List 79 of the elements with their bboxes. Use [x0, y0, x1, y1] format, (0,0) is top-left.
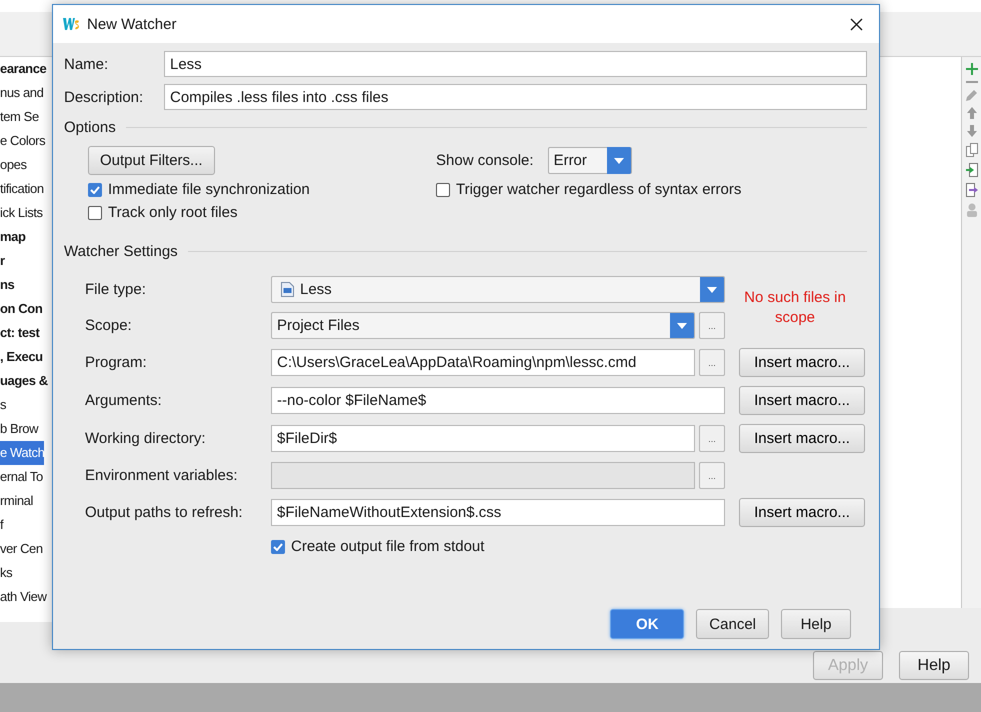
browse-button[interactable]: ... — [699, 425, 725, 452]
caret-down-icon — [614, 158, 624, 164]
insert-macro-button[interactable]: Insert macro... — [739, 498, 865, 527]
checkbox[interactable] — [436, 182, 450, 196]
sidebar-item[interactable]: earance — [0, 57, 46, 81]
insert-macro-button[interactable]: Insert macro... — [739, 386, 865, 415]
checkbox-label: Trigger watcher regardless of syntax errors — [456, 181, 742, 198]
field-label: Scope: — [85, 317, 133, 334]
arrow-up-icon[interactable] — [966, 107, 976, 119]
browse-button[interactable]: ... — [699, 349, 725, 376]
sidebar-item[interactable]: f — [0, 513, 4, 537]
text-field[interactable]: $FileDir$ — [271, 425, 695, 452]
sidebar-item[interactable]: map — [0, 225, 26, 249]
sidebar-item[interactable]: tification — [0, 177, 44, 201]
sidebar-item[interactable]: ks — [0, 561, 12, 585]
help-button[interactable]: Help — [781, 609, 851, 639]
close-icon[interactable] — [850, 18, 863, 30]
dropdown[interactable]: Project Files — [271, 312, 695, 339]
warning-message: No such files in scope — [743, 288, 847, 328]
export-icon[interactable] — [966, 183, 978, 197]
console-select[interactable]: Error — [548, 147, 632, 174]
checkbox-label: Create output file from stdout — [291, 538, 484, 555]
sidebar-item[interactable]: opes — [0, 153, 27, 177]
checkbox-label: Immediate file synchronization — [108, 181, 310, 198]
pencil-icon[interactable] — [966, 89, 978, 101]
section-title: Watcher Settings — [64, 243, 178, 260]
browse-button[interactable]: ... — [699, 312, 725, 339]
checkbox-label: Track only root files — [108, 204, 238, 221]
text-field[interactable]: --no-color $FileName$ — [271, 387, 725, 414]
insert-macro-button[interactable]: Insert macro... — [739, 348, 865, 377]
help-button[interactable]: Help — [899, 651, 969, 680]
sidebar-item[interactable]: ver Cen — [0, 537, 43, 561]
field-label: Name: — [64, 56, 110, 72]
sidebar-item[interactable]: s — [0, 393, 6, 417]
field-label: File type: — [85, 281, 147, 298]
text-field[interactable]: C:\Users\GraceLea\AppData\Roaming\npm\lessc.cmd — [271, 349, 695, 376]
sidebar-item[interactable]: r — [0, 249, 5, 273]
dialog-title: New Watcher — [87, 16, 178, 32]
sidebar-item[interactable]: ns — [0, 273, 14, 297]
import-icon[interactable] — [966, 163, 978, 177]
sidebar-item[interactable]: rminal — [0, 489, 33, 513]
plus-icon[interactable] — [966, 63, 978, 75]
sidebar-item[interactable]: ath View — [0, 585, 46, 609]
sidebar-item[interactable]: ernal To — [0, 465, 43, 489]
field-label: Output paths to refresh: — [85, 504, 244, 521]
sidebar-item[interactable]: e Colors — [0, 129, 46, 153]
sidebar-item[interactable]: ick Lists — [0, 201, 43, 225]
minus-icon[interactable] — [966, 81, 978, 83]
sidebar-item[interactable]: nus and — [0, 81, 44, 105]
caret-down-icon — [677, 322, 687, 328]
checkbox[interactable] — [271, 540, 285, 554]
sidebar-item[interactable]: ct: test — [0, 321, 40, 345]
output-filters-button[interactable]: Output Filters... — [88, 146, 215, 175]
dropdown[interactable]: Less — [271, 276, 725, 303]
field-label: Arguments: — [85, 392, 163, 409]
section-title: Options — [64, 119, 116, 136]
arrow-down-icon[interactable] — [966, 125, 976, 137]
app-logo-icon — [63, 17, 79, 31]
sidebar-item[interactable]: b Brow — [0, 417, 38, 441]
checkbox[interactable] — [88, 182, 102, 196]
sidebar-item[interactable]: uages & — [0, 369, 48, 393]
ok-button[interactable]: OK — [610, 609, 684, 639]
field-label: Description: — [64, 88, 144, 106]
text-field[interactable]: $FileNameWithoutExtension$.css — [271, 499, 725, 526]
sidebar-item[interactable]: tem Se — [0, 105, 39, 129]
caret-down-icon — [707, 286, 717, 292]
description-field[interactable]: Compiles .less files into .css files — [164, 84, 867, 110]
name-field[interactable]: Less — [164, 51, 867, 77]
field-label: Working directory: — [85, 430, 207, 447]
checkbox[interactable] — [88, 206, 102, 220]
sidebar-item[interactable]: on Con — [0, 297, 42, 321]
field-label: Environment variables: — [85, 467, 239, 484]
insert-macro-button[interactable]: Insert macro... — [739, 424, 865, 453]
sidebar-item[interactable]: , Execu — [0, 345, 43, 369]
field-label: Show console: — [436, 152, 534, 169]
sidebar-item[interactable]: e Watch — [0, 441, 44, 465]
copy-icon[interactable] — [966, 143, 978, 157]
cancel-button[interactable]: Cancel — [696, 609, 769, 639]
field-label: Program: — [85, 354, 148, 371]
